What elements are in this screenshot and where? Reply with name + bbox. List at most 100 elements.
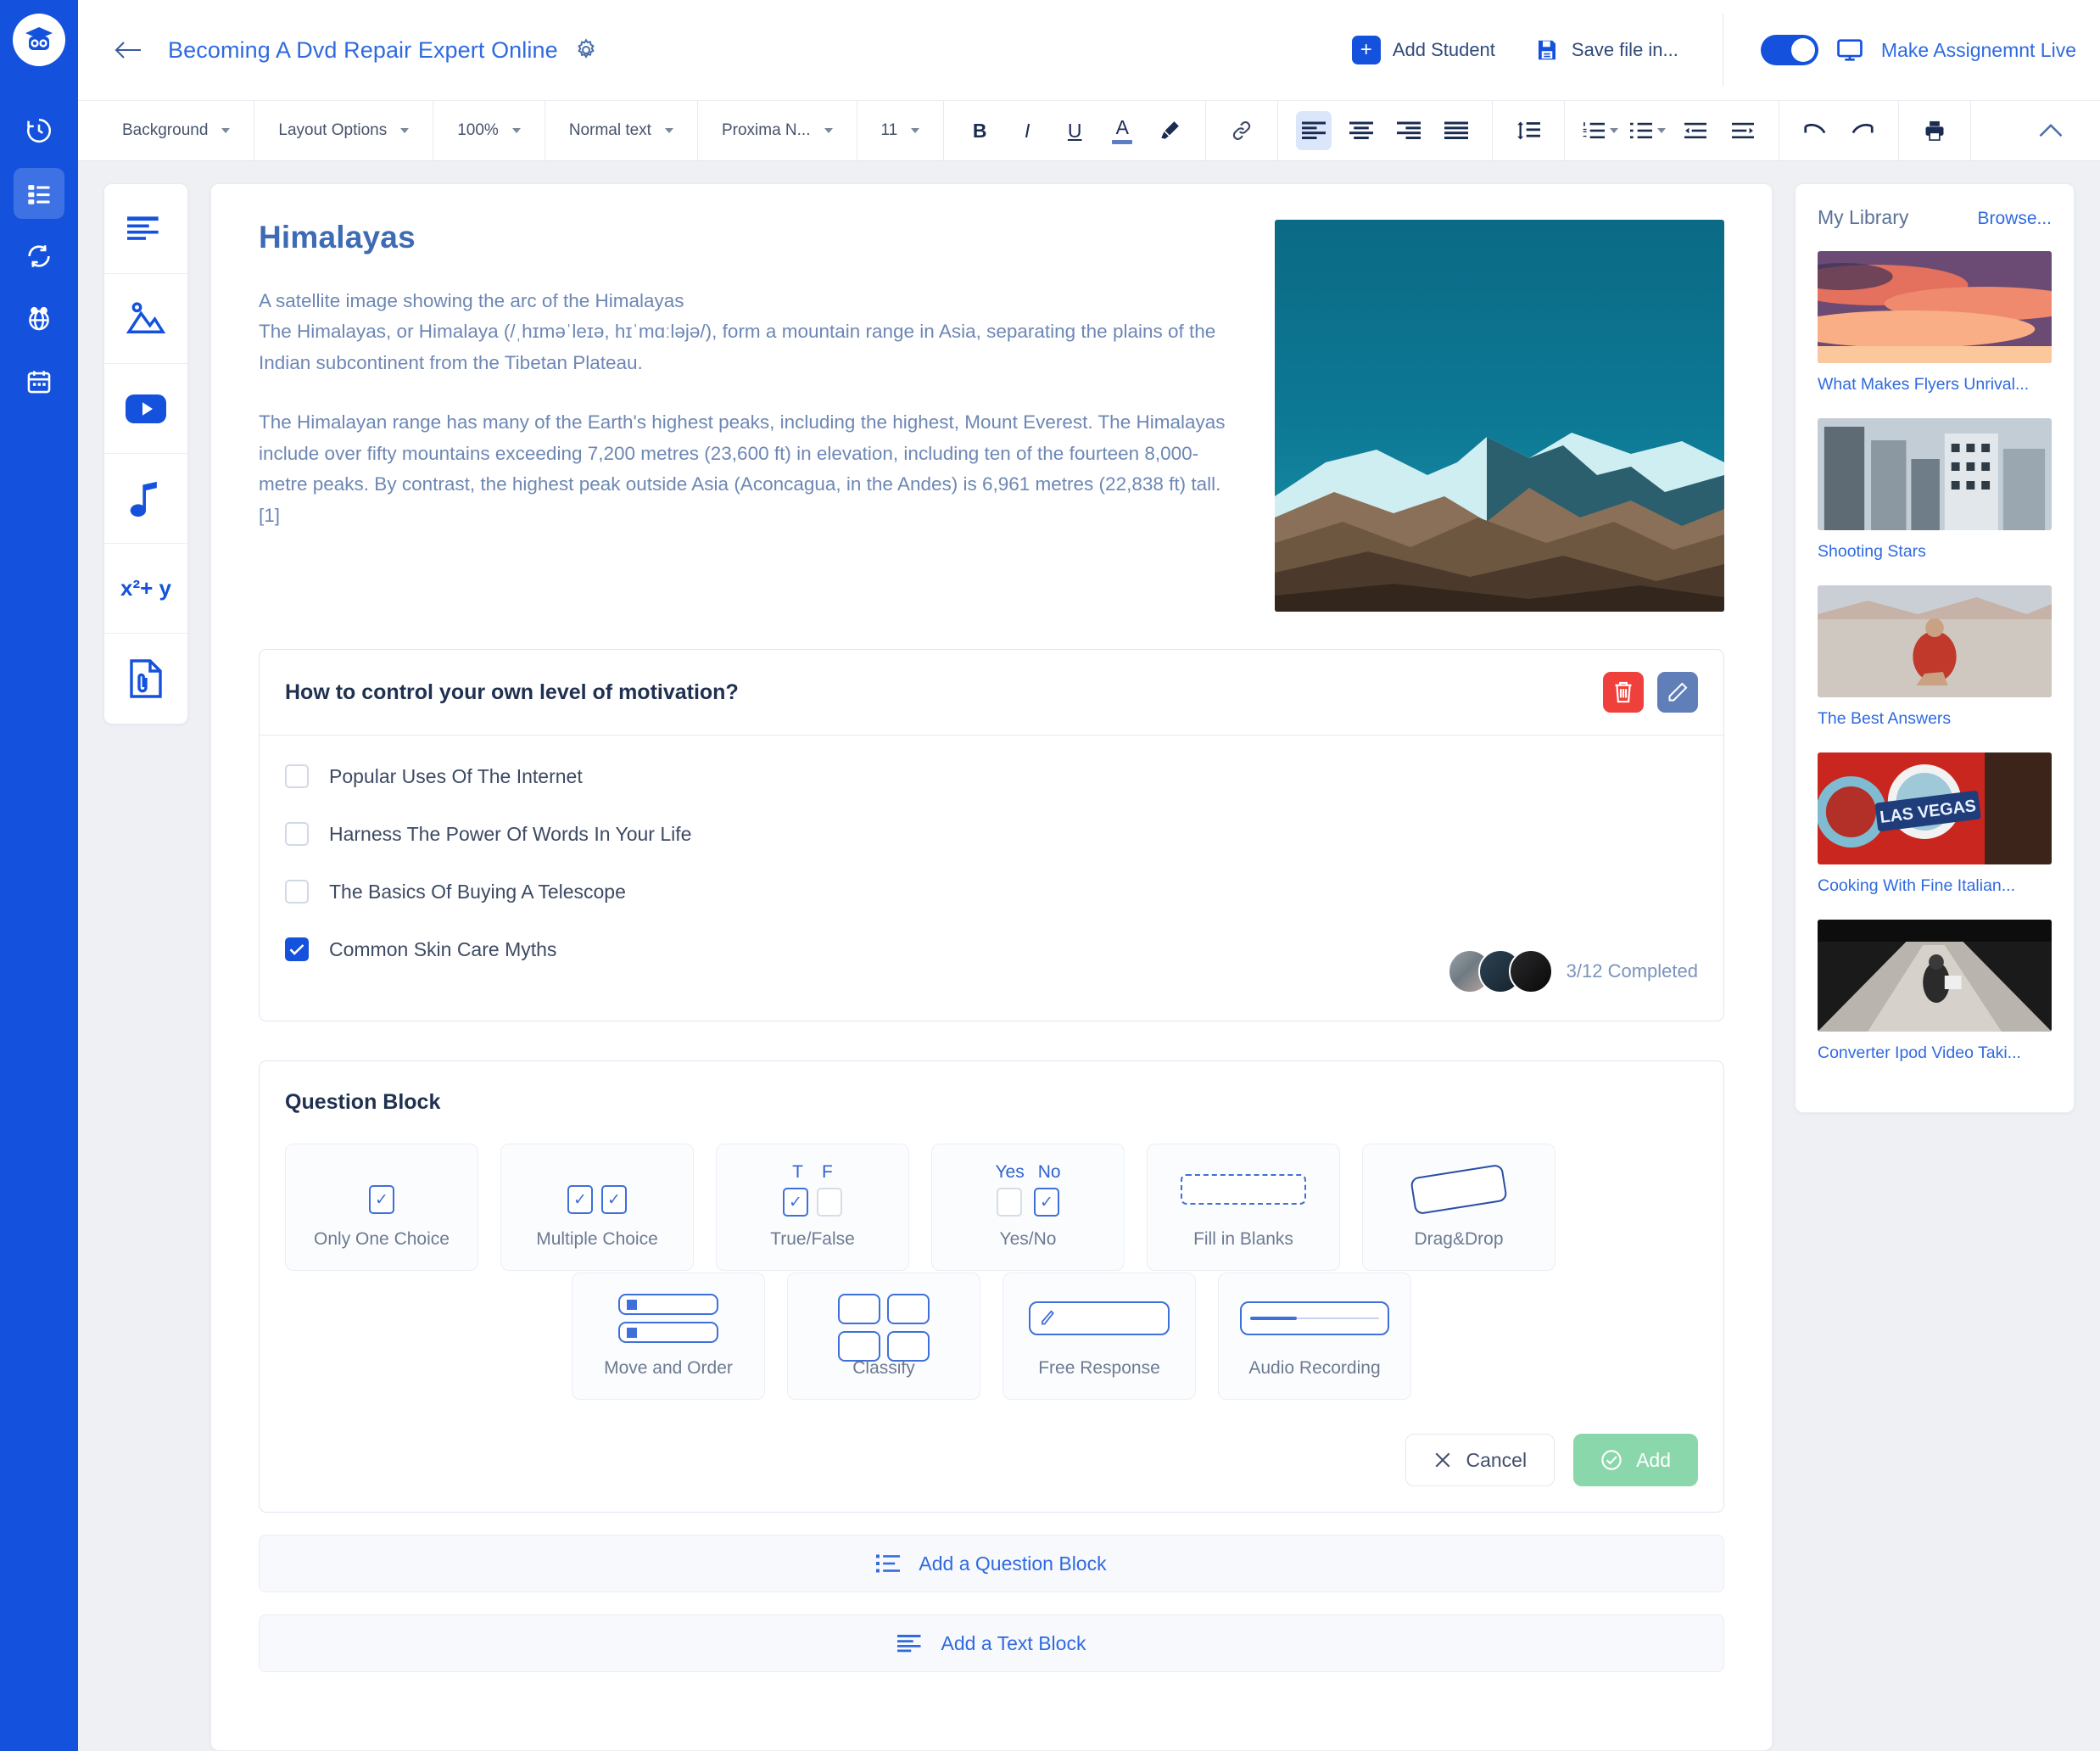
collapse-toolbar-button[interactable] — [2033, 111, 2069, 150]
bold-button[interactable]: B — [962, 111, 997, 150]
bulleted-list-button[interactable] — [1630, 111, 1667, 150]
option-checkbox[interactable] — [285, 764, 309, 788]
sync-refresh-icon — [28, 245, 50, 267]
library-item[interactable]: LAS VEGAS Cooking With Fine Italian... — [1818, 752, 2052, 896]
font-family-select[interactable]: Proxima N... — [710, 121, 845, 140]
library-browse-link[interactable]: Browse... — [1977, 209, 2052, 229]
question-type-only-one-choice[interactable]: ✓ Only One Choice — [285, 1144, 478, 1271]
font-size-select[interactable]: 11 — [869, 121, 932, 140]
undo-button[interactable] — [1797, 111, 1833, 150]
app-logo[interactable] — [13, 14, 65, 66]
document-title[interactable]: Becoming A Dvd Repair Expert Online — [168, 37, 558, 64]
rail-item-history[interactable] — [14, 105, 64, 156]
question-type-drag-drop[interactable]: Drag&Drop — [1362, 1144, 1555, 1271]
my-library-panel: My Library Browse... What Makes Flyers U… — [1795, 183, 2075, 1113]
library-item[interactable]: Converter Ipod Video Taki... — [1818, 920, 2052, 1063]
option-label: Harness The Power Of Words In Your Life — [329, 822, 692, 845]
insert-text-button[interactable] — [104, 184, 187, 274]
indent-button[interactable] — [1725, 111, 1761, 150]
library-item-label: What Makes Flyers Unrival... — [1818, 375, 2030, 394]
library-item[interactable]: Shooting Stars — [1818, 418, 2052, 562]
highlighter-pen-icon — [1161, 121, 1180, 139]
four-boxes-icon — [838, 1294, 930, 1362]
question-type-fill-in-blanks[interactable]: Fill in Blanks — [1147, 1144, 1340, 1271]
option-checkbox[interactable] — [285, 880, 309, 903]
library-item[interactable]: What Makes Flyers Unrival... — [1818, 251, 2052, 394]
question-type-move-and-order[interactable]: Move and Order — [572, 1273, 765, 1400]
insert-link-button[interactable] — [1224, 111, 1259, 150]
add-text-block-row[interactable]: Add a Text Block — [259, 1614, 1724, 1672]
option-checkbox-checked[interactable] — [285, 937, 309, 961]
audio-track — [1297, 1317, 1379, 1319]
make-live-control[interactable]: Make Assignemnt Live — [1760, 35, 2076, 65]
library-item-label: Shooting Stars — [1818, 542, 1926, 561]
free-response-field-glyph — [1029, 1301, 1170, 1335]
background-select[interactable]: Background — [110, 121, 242, 140]
cancel-button[interactable]: Cancel — [1405, 1434, 1555, 1486]
chevron-down-icon — [1610, 128, 1619, 133]
print-button[interactable] — [1917, 111, 1952, 150]
question-type-classify[interactable]: Classify — [787, 1273, 980, 1400]
align-right-button[interactable] — [1391, 111, 1427, 150]
align-right-icon — [1397, 121, 1421, 140]
chevron-down-icon — [1657, 128, 1667, 133]
question-type-label: Drag&Drop — [1414, 1229, 1504, 1249]
insert-attachment-button[interactable] — [104, 634, 187, 724]
make-live-toggle[interactable] — [1760, 35, 1818, 65]
highlighter-button[interactable] — [1152, 111, 1187, 150]
underline-button[interactable]: U — [1057, 111, 1092, 150]
graduation-owl-logo-icon — [25, 27, 53, 50]
library-item[interactable]: The Best Answers — [1818, 585, 2052, 729]
progress-text: 3/12 Completed — [1566, 960, 1698, 982]
rail-item-sync[interactable] — [14, 231, 64, 282]
insert-audio-button[interactable] — [104, 454, 187, 544]
article-section: Himalayas A satellite image showing the … — [259, 220, 1724, 612]
question-type-free-response[interactable]: Free Response — [1003, 1273, 1196, 1400]
layout-options-select[interactable]: Layout Options — [266, 121, 421, 140]
question-type-yes-no[interactable]: Yes No ✓ ✓ Yes/No — [931, 1144, 1125, 1271]
add-student-button[interactable]: + Add Student — [1351, 36, 1495, 64]
numbered-list-button[interactable] — [1583, 111, 1619, 150]
insert-video-button[interactable] — [104, 364, 187, 454]
question-type-multiple-choice[interactable]: ✓ ✓ Multiple Choice — [500, 1144, 694, 1271]
toolbar-group-layout: Layout Options — [254, 101, 434, 160]
rail-item-tasks[interactable] — [14, 168, 64, 219]
zoom-select[interactable]: 100% — [445, 121, 533, 140]
save-file-button[interactable]: Save file in... — [1534, 37, 1678, 63]
text-block-icon — [127, 215, 159, 240]
option-row[interactable]: Harness The Power Of Words In Your Life — [285, 822, 1698, 846]
text-style-label: Normal text — [568, 121, 651, 139]
rail-item-calendar[interactable] — [14, 356, 64, 407]
checkbox-glyph-empty: ✓ — [817, 1188, 842, 1217]
order-row-glyph — [618, 1294, 718, 1315]
italic-button[interactable]: I — [1009, 111, 1045, 150]
edit-question-button[interactable] — [1657, 672, 1698, 713]
option-row[interactable]: The Basics Of Buying A Telescope — [285, 880, 1698, 903]
redo-button[interactable] — [1845, 111, 1880, 150]
audio-waveform-icon — [1240, 1294, 1389, 1343]
align-left-button[interactable] — [1296, 111, 1332, 150]
document-settings-button[interactable] — [573, 37, 599, 63]
align-justify-button[interactable] — [1438, 111, 1474, 150]
rail-item-network[interactable] — [14, 294, 64, 344]
question-type-audio-recording[interactable]: Audio Recording — [1218, 1273, 1411, 1400]
line-spacing-button[interactable] — [1511, 111, 1546, 150]
back-button[interactable] — [109, 31, 148, 70]
article-hero-image[interactable] — [1275, 220, 1724, 612]
text-style-select[interactable]: Normal text — [557, 121, 685, 140]
delete-question-button[interactable] — [1603, 672, 1644, 713]
article-line-1: A satellite image showing the arc of the… — [259, 290, 684, 311]
text-color-button[interactable]: A — [1104, 111, 1140, 150]
insert-equation-button[interactable]: x²+ y — [104, 544, 187, 634]
option-row[interactable]: Popular Uses Of The Internet — [285, 764, 1698, 788]
align-center-button[interactable] — [1343, 111, 1379, 150]
add-button[interactable]: Add — [1573, 1434, 1698, 1486]
chevron-down-icon — [511, 128, 521, 133]
insert-image-button[interactable] — [104, 274, 187, 364]
toolbar-group-background: Background — [110, 101, 255, 160]
question-type-true-false[interactable]: T F ✓ ✓ True/False — [716, 1144, 909, 1271]
add-question-block-row[interactable]: Add a Question Block — [259, 1535, 1724, 1592]
option-checkbox[interactable] — [285, 822, 309, 846]
outdent-button[interactable] — [1678, 111, 1713, 150]
toolbar-group-fontsize: 11 — [857, 101, 945, 160]
